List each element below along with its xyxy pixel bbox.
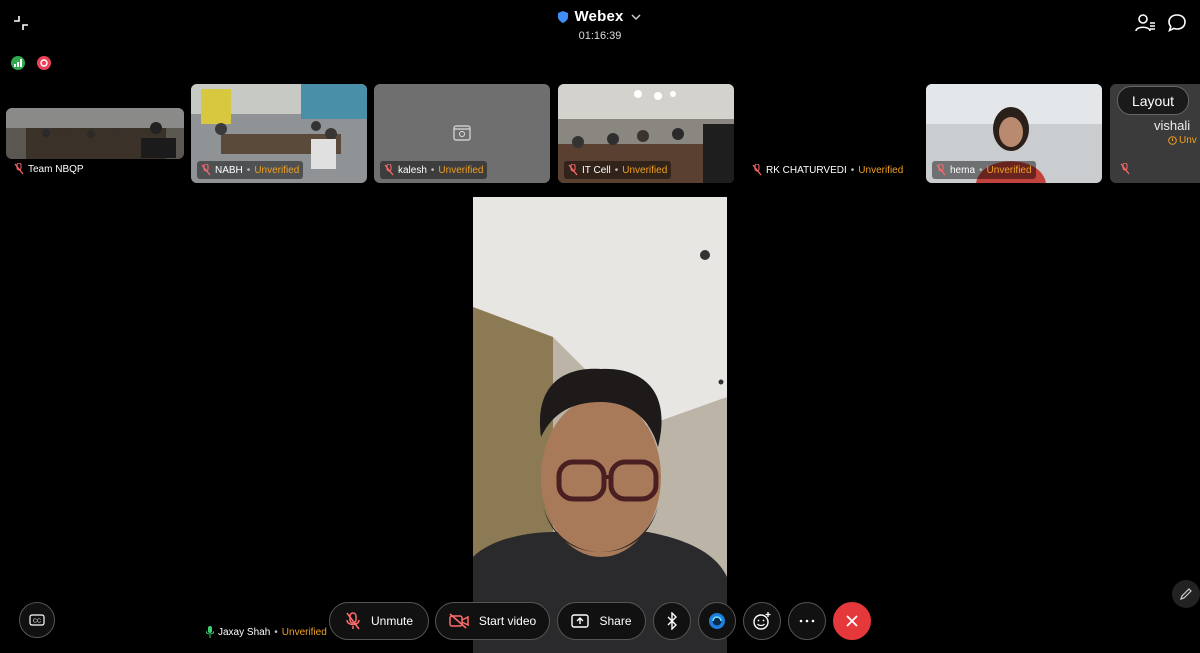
mic-off-icon	[201, 164, 211, 176]
participant-tile-team-nbqp[interactable]	[6, 108, 184, 159]
recording-indicator[interactable]	[37, 56, 51, 70]
self-verification-status: Unverified	[281, 626, 327, 638]
self-name: Jaxay Shah	[218, 626, 271, 638]
webex-assistant-button[interactable]	[698, 602, 736, 640]
verification-status: Unverified	[254, 164, 300, 176]
verification-status: Unverified	[986, 164, 1032, 176]
more-options-button[interactable]	[788, 602, 826, 640]
participant-name: NABH	[215, 164, 243, 176]
chat-icon	[1168, 14, 1186, 33]
participant-tile-rk-chaturvedi[interactable]: RK CHATURVEDI • Unverified	[742, 84, 918, 183]
verification-status: Unverified	[438, 164, 484, 176]
mic-off-icon	[346, 612, 360, 630]
participant-name-center: vishali	[1154, 118, 1191, 133]
participant-tile-kalesh[interactable]: kalesh • Unverified	[374, 84, 550, 183]
self-view-label: Jaxay Shah • Unverified	[206, 626, 327, 638]
share-label: Share	[599, 614, 632, 628]
participant-name: kalesh	[398, 164, 427, 176]
network-signal-indicator[interactable]	[11, 56, 25, 70]
meeting-title[interactable]: Webex	[574, 8, 623, 25]
annotate-button[interactable]	[1172, 580, 1200, 608]
warning-icon	[1168, 136, 1177, 145]
shield-icon	[558, 10, 569, 23]
mic-off-icon	[752, 164, 762, 176]
participant-video	[6, 108, 184, 159]
participant-name: hema	[950, 164, 976, 176]
participant-label: IT Cell • Unverified	[564, 161, 672, 179]
separator: •	[274, 626, 278, 638]
reactions-icon	[753, 612, 771, 630]
participant-label: NABH • Unverified	[197, 161, 304, 179]
verification-status: Unverified	[622, 164, 668, 176]
record-icon	[40, 59, 48, 67]
bluetooth-button[interactable]	[653, 602, 691, 640]
separator: •	[246, 164, 251, 176]
unmute-button[interactable]: Unmute	[329, 602, 429, 640]
verification-status-center: Unv	[1168, 135, 1197, 146]
chat-button[interactable]	[1166, 12, 1188, 34]
separator: •	[979, 164, 983, 176]
chevron-down-icon[interactable]	[630, 13, 642, 21]
end-call-icon	[846, 615, 858, 627]
layout-button[interactable]: Layout	[1117, 86, 1189, 115]
participants-icon	[1135, 14, 1155, 32]
closed-captions-icon: CC	[29, 614, 45, 626]
meeting-header: Webex 01:16:39	[0, 8, 1200, 42]
reactions-button[interactable]	[743, 602, 781, 640]
assistant-icon	[709, 613, 725, 629]
participant-label-team-nbqp: Team NBQP	[14, 163, 84, 175]
separator: •	[850, 164, 855, 176]
video-off-avatar-icon	[453, 125, 471, 141]
participant-name: RK CHATURVEDI	[766, 164, 847, 176]
speaker-video-frame	[473, 197, 727, 653]
mic-off-icon	[1120, 163, 1130, 175]
video-off-icon	[449, 613, 469, 629]
participant-name: IT Cell	[582, 164, 611, 176]
separator: •	[614, 164, 619, 176]
participant-name: Team NBQP	[28, 163, 84, 175]
pen-icon	[1180, 588, 1192, 600]
participant-tile-hema[interactable]: hema • Unverified	[926, 84, 1102, 183]
mic-off-icon	[568, 164, 578, 176]
signal-bars-icon	[14, 59, 22, 67]
unmute-label: Unmute	[370, 614, 414, 628]
participants-button[interactable]	[1134, 12, 1156, 34]
share-button[interactable]: Share	[557, 602, 646, 640]
share-screen-icon	[571, 614, 590, 628]
mic-off-icon	[14, 163, 24, 175]
verification-status: Unverified	[858, 164, 904, 176]
participant-label: kalesh • Unverified	[380, 161, 488, 179]
end-call-button[interactable]	[833, 602, 871, 640]
bluetooth-icon	[667, 612, 677, 630]
participant-label: RK CHATURVEDI • Unverified	[748, 161, 907, 179]
start-video-button[interactable]: Start video	[435, 602, 550, 640]
mic-on-icon	[206, 626, 214, 638]
separator: •	[430, 164, 435, 176]
svg-text:CC: CC	[33, 619, 41, 625]
mic-off-icon	[384, 164, 394, 176]
meeting-timer: 01:16:39	[578, 29, 622, 42]
mic-off-icon	[936, 164, 946, 176]
closed-captions-button[interactable]: CC	[19, 602, 55, 638]
participant-tile-nabh[interactable]: NABH • Unverified	[191, 84, 367, 183]
participant-label: hema • Unverified	[932, 161, 1036, 179]
participant-tile-it-cell[interactable]: IT Cell • Unverified	[558, 84, 734, 183]
start-video-label: Start video	[478, 614, 537, 628]
active-speaker-video[interactable]	[473, 197, 727, 653]
more-icon	[799, 619, 815, 623]
